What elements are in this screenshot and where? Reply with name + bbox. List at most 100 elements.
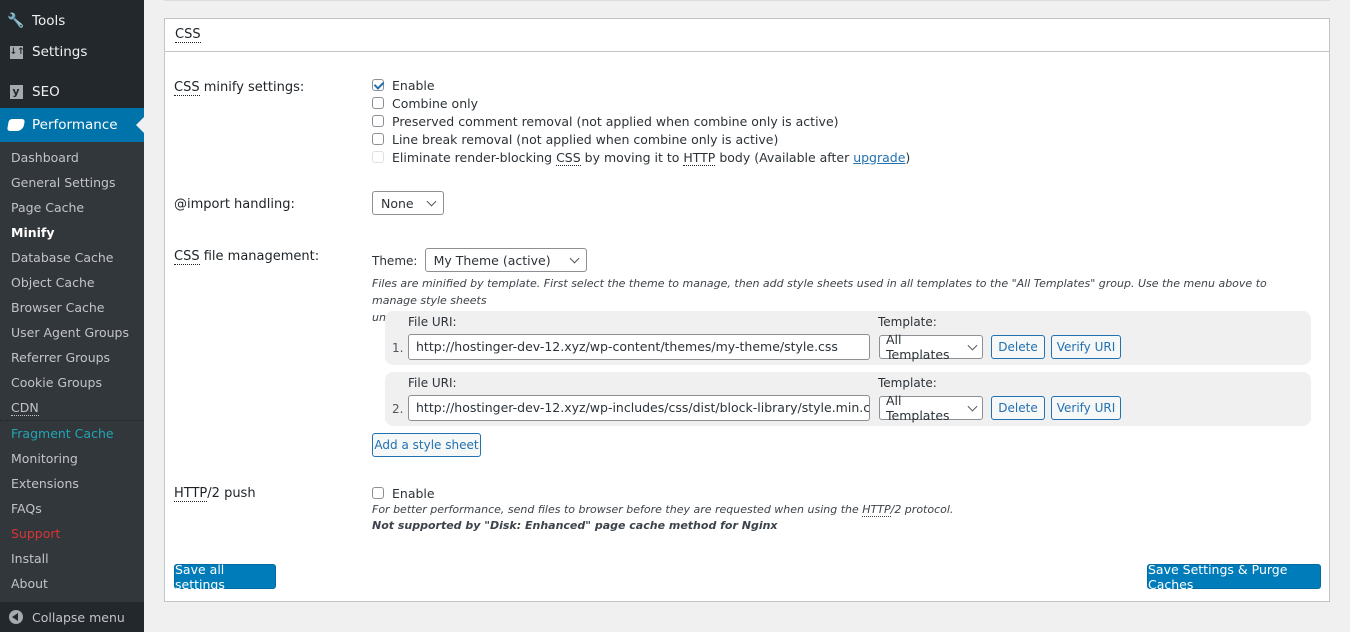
label-text: minify settings: xyxy=(199,80,305,95)
save-all-settings-button[interactable]: Save all settings xyxy=(174,562,276,592)
enable-checkbox[interactable] xyxy=(372,79,384,91)
chevron-down-icon xyxy=(967,401,978,411)
submenu-cookie-groups[interactable]: Cookie Groups xyxy=(0,370,144,395)
theme-select[interactable]: My Theme (active) xyxy=(424,248,587,272)
submenu-referrer-groups[interactable]: Referrer Groups xyxy=(0,345,144,370)
text: /2 protocol. xyxy=(890,503,954,516)
import-handling-select[interactable]: None xyxy=(372,191,444,215)
submenu-database-cache[interactable]: Database Cache xyxy=(0,245,144,270)
file-uri-input[interactable]: http://hostinger-dev-12.xyz/wp-content/t… xyxy=(408,334,870,360)
submenu-support[interactable]: Support xyxy=(0,521,144,546)
option-label: Eliminate render-blocking CSS by moving … xyxy=(392,149,911,166)
submenu-install[interactable]: Install xyxy=(0,546,144,571)
submenu-dashboard[interactable]: Dashboard xyxy=(0,145,144,170)
line-break-removal-checkbox[interactable] xyxy=(372,133,384,145)
menu-label: SEO xyxy=(32,84,60,100)
select-value: All Templates xyxy=(886,393,950,423)
wrench-icon: 🔧 xyxy=(7,13,25,29)
select-value: My Theme (active) xyxy=(433,252,551,268)
settings-sliders-icon: ↓↑ xyxy=(9,45,25,59)
chevron-down-icon xyxy=(426,196,437,206)
http2-push-label: HTTP/2 push xyxy=(174,486,256,502)
label-text: file management: xyxy=(199,249,320,264)
submenu-fragment-cache[interactable]: Fragment Cache xyxy=(0,421,144,446)
combine-only-checkbox[interactable] xyxy=(372,97,384,109)
select-value: None xyxy=(381,195,414,211)
submenu-faqs[interactable]: FAQs xyxy=(0,496,144,521)
panel-title: CSS xyxy=(175,27,201,43)
panel-header: CSS xyxy=(165,19,1329,52)
text: For better performance, send files to br… xyxy=(372,503,863,516)
collapse-arrow-icon xyxy=(9,610,23,624)
save-and-purge-caches-button[interactable]: Save Settings & Purge Caches xyxy=(1147,562,1321,592)
style-sheet-row[interactable]: File URI: 1. http://hostinger-dev-12.xyz… xyxy=(385,311,1311,365)
file-uri-input[interactable]: http://hostinger-dev-12.xyz/wp-includes/… xyxy=(408,395,870,421)
yoast-seo-icon: y xyxy=(8,84,24,100)
http2-push-field: Enable For better performance, send file… xyxy=(372,484,953,534)
chevron-down-icon xyxy=(569,253,580,263)
label-text: /2 push xyxy=(207,486,256,501)
theme-field: Theme: My Theme (active) xyxy=(372,248,587,272)
submenu-user-agent-groups[interactable]: User Agent Groups xyxy=(0,320,144,345)
collapse-label: Collapse menu xyxy=(32,609,125,625)
chevron-down-icon xyxy=(967,340,978,350)
option-label: Combine only xyxy=(392,95,478,111)
css-settings-panel: CSS CSS minify settings: Enable Combine … xyxy=(164,18,1330,602)
file-uri-label: File URI: xyxy=(408,315,457,329)
http-abbr: HTTP xyxy=(174,486,208,502)
text: ) xyxy=(905,149,911,165)
option-label: Line break removal (not applied when com… xyxy=(392,131,779,147)
submenu-minify[interactable]: Minify xyxy=(0,220,144,245)
http-abbr: HTTP xyxy=(862,503,891,517)
template-select[interactable]: All Templates xyxy=(879,393,983,423)
file-management-label: CSS file management: xyxy=(174,249,320,265)
theme-label: Theme: xyxy=(372,253,418,268)
option-line-break-removal[interactable]: Line break removal (not applied when com… xyxy=(372,130,910,148)
submenu-about[interactable]: About xyxy=(0,571,144,596)
performance-submenu: Dashboard General Settings Page Cache Mi… xyxy=(0,142,144,602)
submenu-object-cache[interactable]: Object Cache xyxy=(0,270,144,295)
style-sheet-row[interactable]: File URI: 2. http://hostinger-dev-12.xyz… xyxy=(385,372,1311,426)
delete-button[interactable]: Delete xyxy=(991,335,1045,359)
menu-item-performance[interactable]: Performance xyxy=(0,108,144,142)
option-eliminate-render-blocking: Eliminate render-blocking CSS by moving … xyxy=(372,148,910,166)
row-number: 2. xyxy=(392,402,404,416)
minify-options: Enable Combine only Preserved comment re… xyxy=(372,76,910,166)
file-uri-label: File URI: xyxy=(408,376,457,390)
menu-item-tools[interactable]: 🔧 Tools xyxy=(0,4,144,38)
option-enable[interactable]: Enable xyxy=(372,76,910,94)
submenu-cdn[interactable]: CDN xyxy=(0,395,144,421)
option-combine-only[interactable]: Combine only xyxy=(372,94,910,112)
text: body (Available after xyxy=(715,149,854,165)
css-abbr: CSS xyxy=(174,249,200,265)
option-label: Preserved comment removal (not applied w… xyxy=(392,113,839,129)
row-number: 1. xyxy=(392,341,404,355)
submenu-extensions[interactable]: Extensions xyxy=(0,471,144,496)
add-style-sheet-button[interactable]: Add a style sheet xyxy=(372,433,481,457)
minify-settings-label: CSS minify settings: xyxy=(174,80,305,96)
option-preserved-comment-removal[interactable]: Preserved comment removal (not applied w… xyxy=(372,112,910,130)
menu-item-settings[interactable]: ↓↑ Settings xyxy=(0,35,144,69)
option-label: Enable xyxy=(392,77,435,93)
http2-nginx-note: Not supported by "Disk: Enhanced" page c… xyxy=(372,519,778,532)
http2-enable-checkbox[interactable] xyxy=(372,487,384,499)
verify-uri-button[interactable]: Verify URI xyxy=(1051,335,1121,359)
submenu-browser-cache[interactable]: Browser Cache xyxy=(0,295,144,320)
delete-button[interactable]: Delete xyxy=(991,396,1045,420)
text: by moving it to xyxy=(580,149,684,165)
menu-item-seo[interactable]: y SEO xyxy=(0,75,144,109)
collapse-menu-button[interactable]: Collapse menu xyxy=(0,602,144,632)
admin-sidebar: 🔧 Tools ↓↑ Settings y SEO Performance Da… xyxy=(0,0,144,632)
http-abbr: HTTP xyxy=(683,149,716,166)
verify-uri-button[interactable]: Verify URI xyxy=(1051,396,1121,420)
submenu-general-settings[interactable]: General Settings xyxy=(0,170,144,195)
submenu-monitoring[interactable]: Monitoring xyxy=(0,446,144,471)
option-label: Enable xyxy=(392,485,435,501)
http2-enable-option[interactable]: Enable xyxy=(372,484,953,502)
menu-label: Tools xyxy=(32,13,66,29)
preserved-comment-removal-checkbox[interactable] xyxy=(372,115,384,127)
upgrade-link[interactable]: upgrade xyxy=(853,150,905,165)
template-select[interactable]: All Templates xyxy=(879,332,983,362)
submenu-page-cache[interactable]: Page Cache xyxy=(0,195,144,220)
active-menu-arrow xyxy=(136,117,144,133)
